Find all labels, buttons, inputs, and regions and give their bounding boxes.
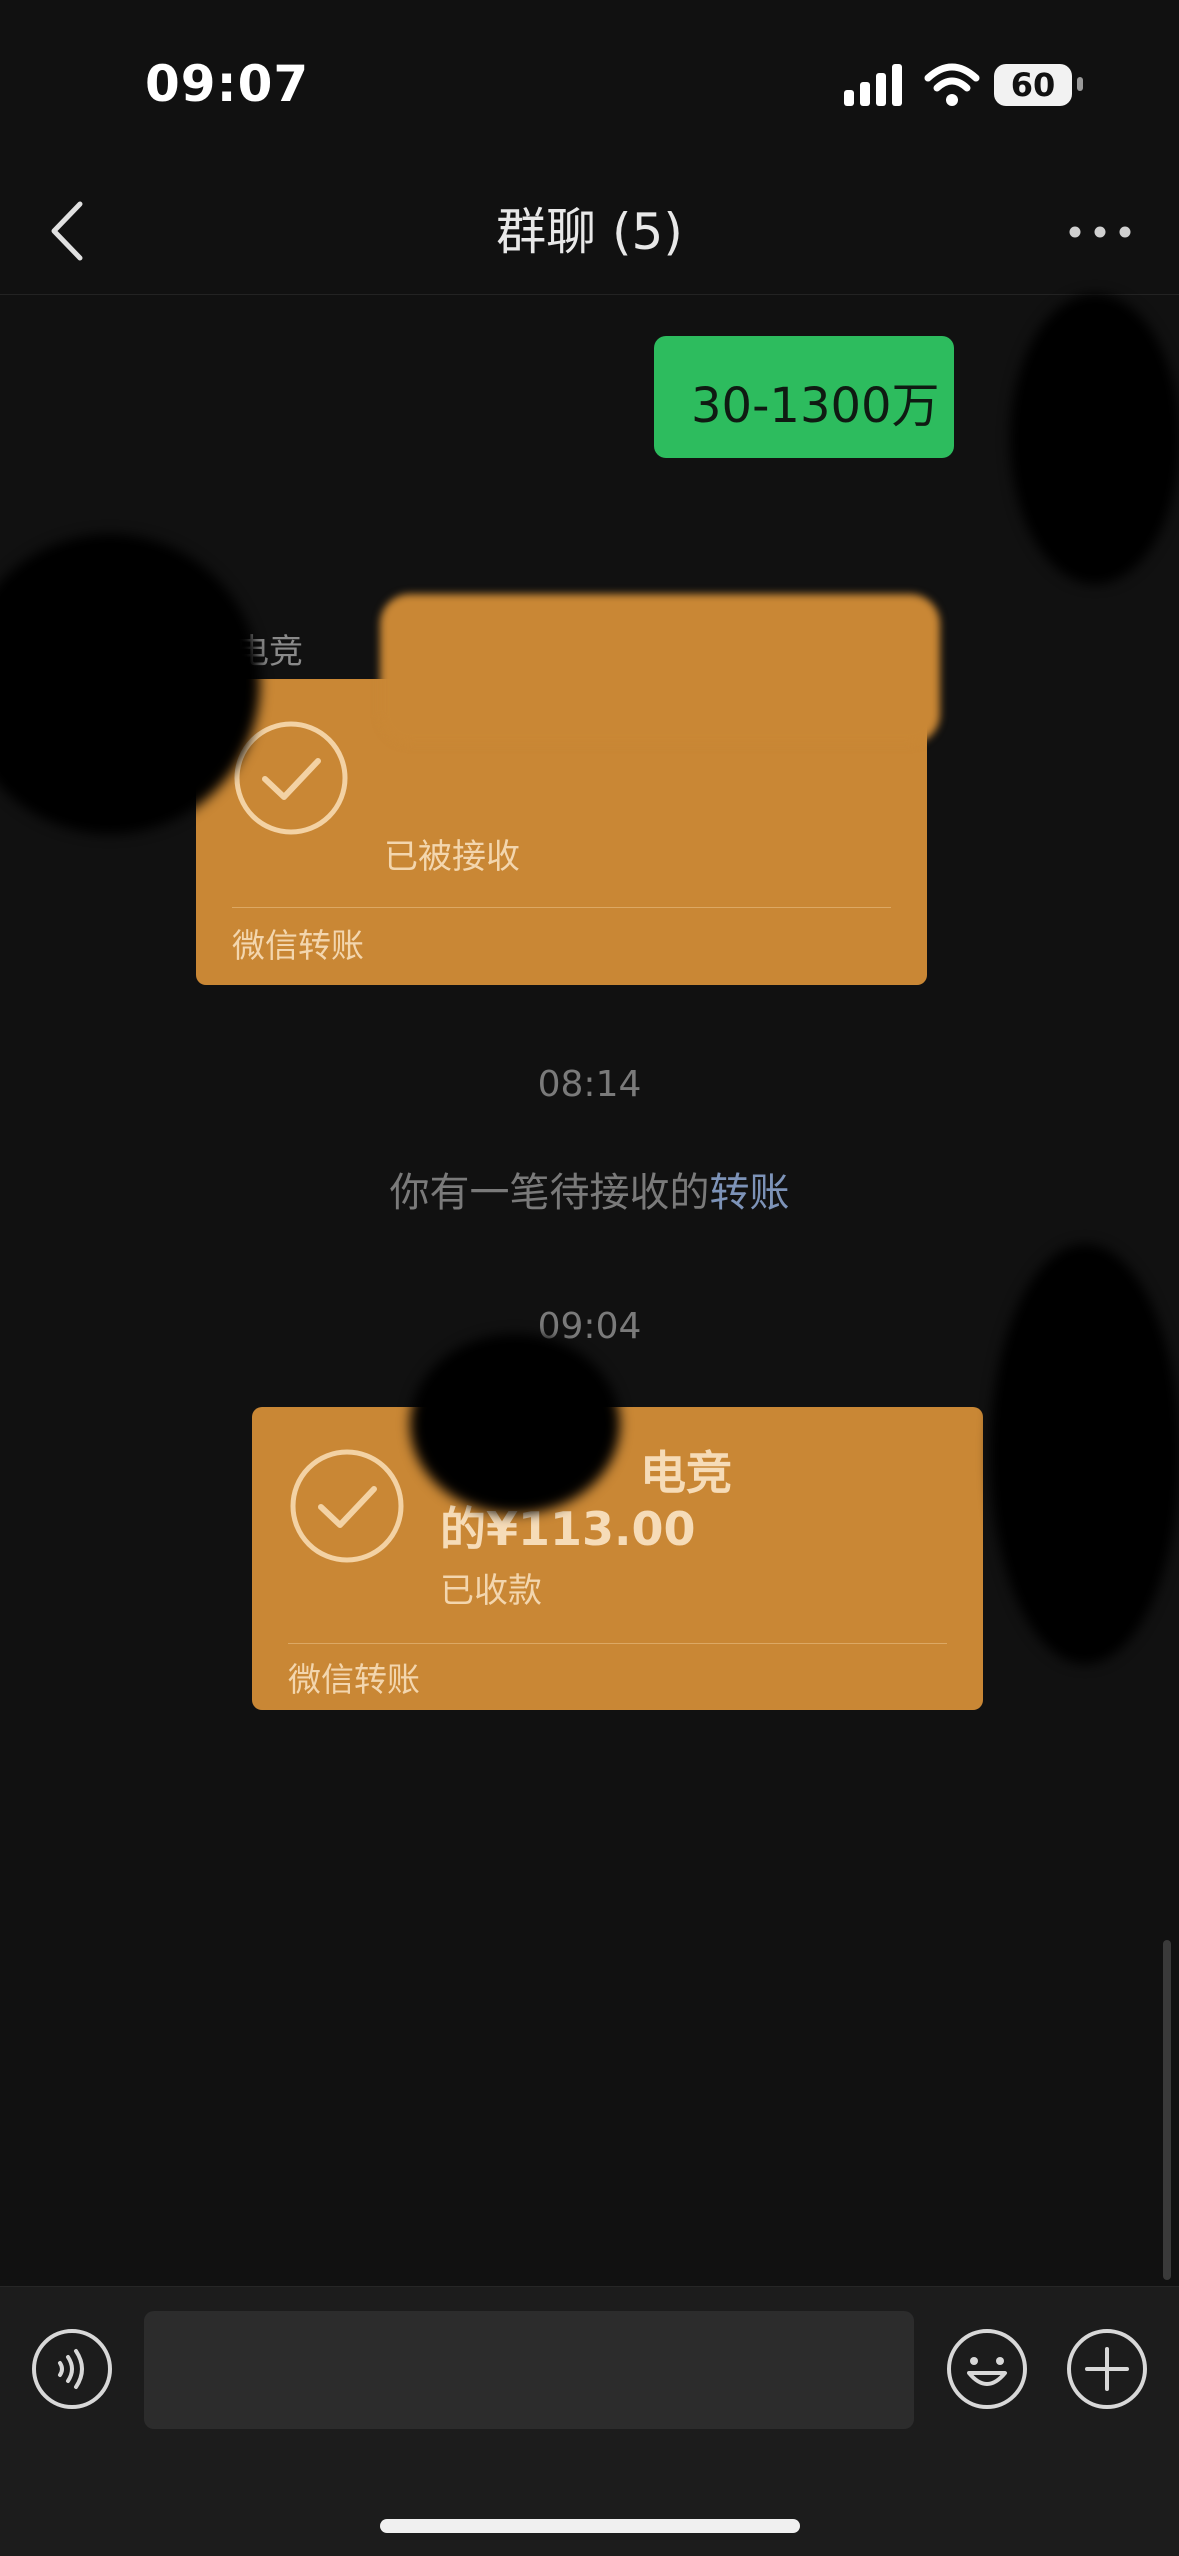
status-bar: 09:07 60 <box>0 0 1179 170</box>
time-separator: 09:04 <box>537 1306 642 1347</box>
transfer-divider <box>232 907 891 908</box>
redaction-mark <box>1010 294 1179 584</box>
outgoing-message-bubble[interactable]: 30-1300万 <box>654 336 954 458</box>
transfer-link[interactable]: 转账 <box>710 1170 790 1216</box>
system-message: 你有一笔待接收的转账 <box>0 1160 1179 1218</box>
transfer-divider <box>288 1643 947 1644</box>
chat-title[interactable]: 群聊 (5) <box>0 192 1179 264</box>
transfer-footer: 微信转账 <box>288 1660 420 1699</box>
status-time: 09:07 <box>145 55 310 113</box>
transfer-status: 已收款 <box>440 1571 542 1611</box>
check-circle-icon <box>290 1449 404 1563</box>
nav-bar: 群聊 (5) <box>0 170 1179 295</box>
scrollbar[interactable] <box>1163 1940 1171 2280</box>
battery-icon: 60 <box>994 64 1072 106</box>
signal-icon <box>844 64 902 106</box>
transfer-status: 已被接收 <box>384 837 520 877</box>
plus-icon[interactable] <box>1065 2327 1149 2411</box>
input-bar <box>0 2286 1179 2556</box>
transfer-card-collected[interactable]: 电竞 的¥113.00 已收款 微信转账 <box>252 1407 983 1710</box>
emoji-icon[interactable] <box>945 2327 1029 2411</box>
more-dots-icon[interactable] <box>1065 210 1135 254</box>
wifi-icon <box>924 63 980 106</box>
outgoing-message-text: 30-1300万 <box>691 378 940 434</box>
home-indicator[interactable] <box>380 2519 800 2533</box>
battery-cap <box>1077 77 1083 91</box>
chat-area[interactable]: 30-1300万 电竞 已被接收 微信转账 08:14 你有一笔待接收的转账 0… <box>0 294 1179 2286</box>
system-message-text: 你有一笔待接收的 <box>389 1170 710 1216</box>
voice-icon[interactable] <box>30 2327 114 2411</box>
redaction-mark <box>990 1244 1179 1664</box>
battery-level: 60 <box>1010 66 1056 104</box>
message-input[interactable] <box>144 2311 914 2429</box>
transfer-footer: 微信转账 <box>232 926 364 965</box>
redaction-mark <box>380 594 940 744</box>
time-separator: 08:14 <box>537 1064 642 1105</box>
redaction-mark <box>410 1334 620 1514</box>
